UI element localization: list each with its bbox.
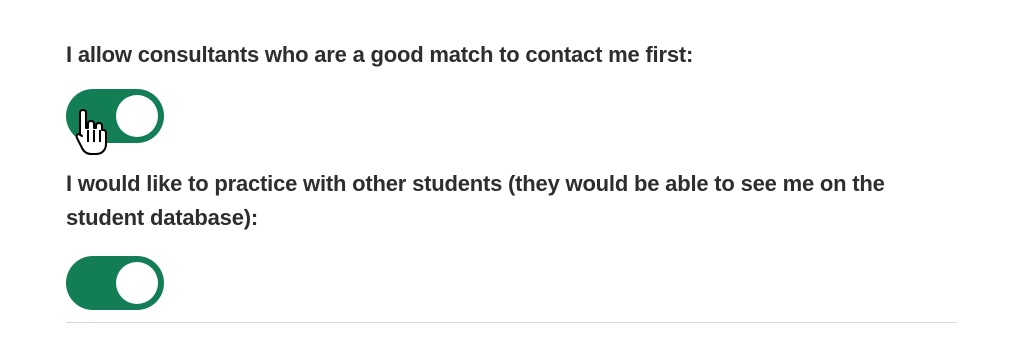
toggle-knob bbox=[116, 95, 158, 137]
toggle-knob bbox=[116, 262, 158, 304]
hand-pointer-icon bbox=[75, 109, 107, 155]
section-divider bbox=[66, 322, 957, 323]
setting-practice-students: I would like to practice with other stud… bbox=[66, 167, 946, 235]
setting-consultant-contact: I allow consultants who are a good match… bbox=[66, 38, 946, 72]
practice-students-label: I would like to practice with other stud… bbox=[66, 171, 885, 230]
consultant-contact-label: I allow consultants who are a good match… bbox=[66, 42, 694, 67]
practice-students-toggle[interactable] bbox=[66, 256, 164, 310]
